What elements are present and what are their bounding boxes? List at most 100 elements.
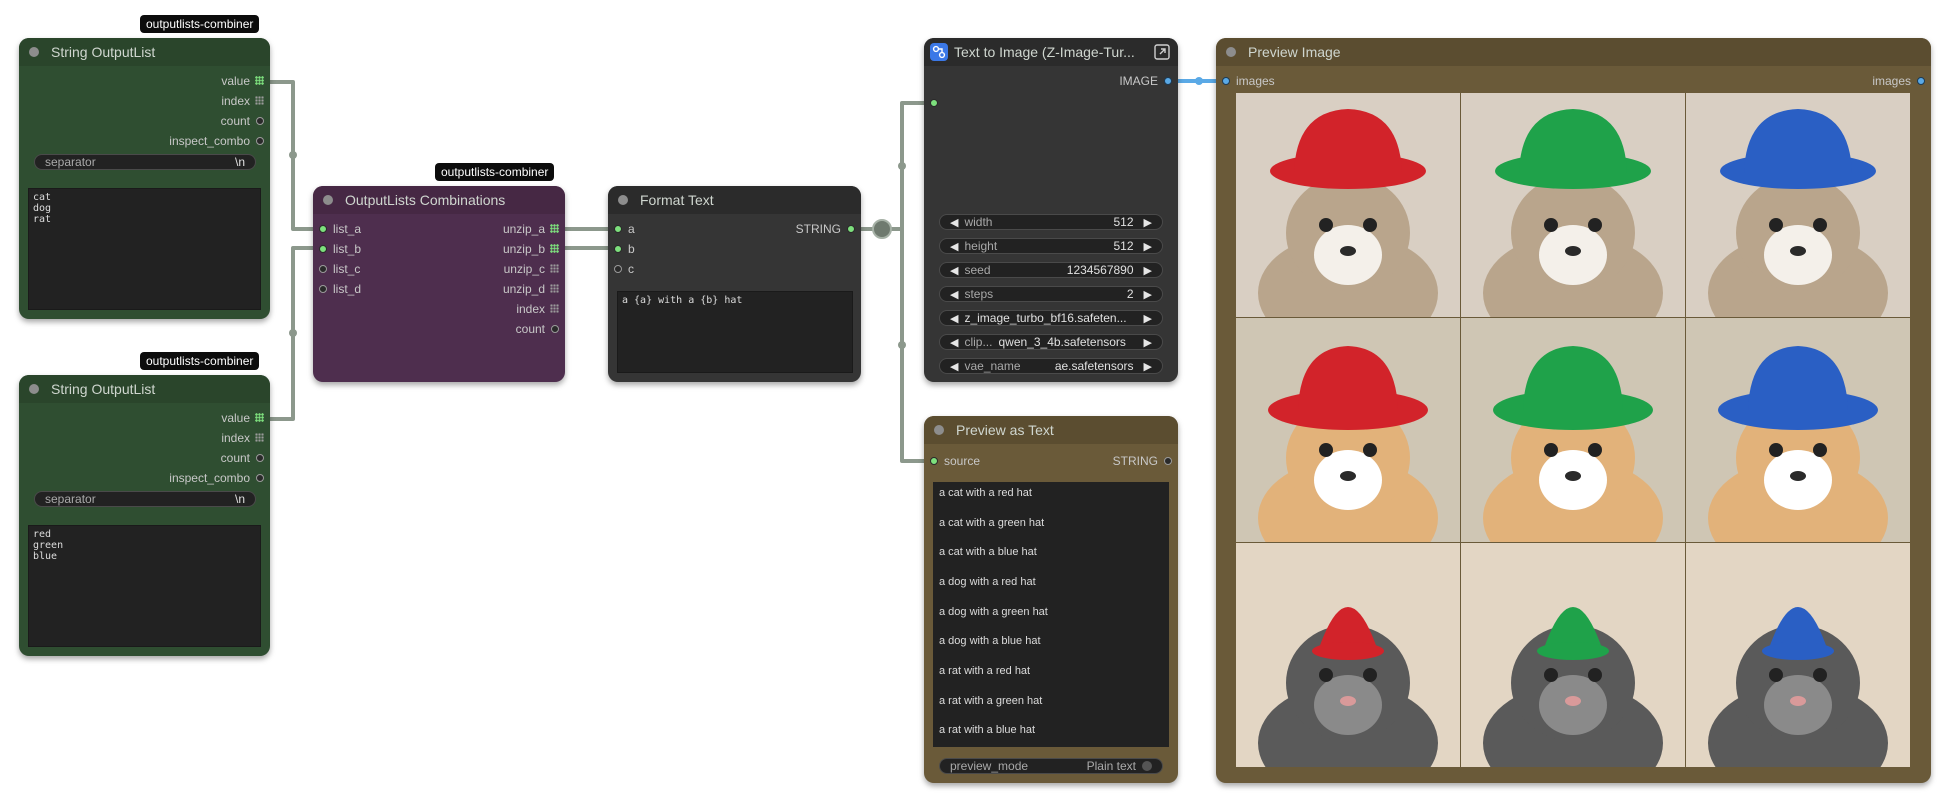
node-header[interactable]: OutputLists Combinations	[313, 186, 565, 214]
open-subgraph-icon[interactable]	[1154, 44, 1170, 60]
decrement-icon[interactable]: ◀	[950, 288, 958, 301]
list-item: a dog with a green hat	[939, 606, 1048, 618]
input-list-c-socket[interactable]	[319, 265, 327, 273]
cat-blue-hat-image[interactable]	[1686, 93, 1910, 317]
output-count-socket[interactable]	[551, 325, 559, 333]
preview-image-node[interactable]: Preview Image images images	[1216, 38, 1931, 783]
clip-name-widget[interactable]: ◀ clip... qwen_3_4b.safetensors ▶	[939, 334, 1163, 350]
format-text-node[interactable]: Format Text a b c STRING a {a} with a {b…	[608, 186, 861, 382]
dog-red-hat-image[interactable]	[1236, 318, 1460, 542]
seed-widget[interactable]: ◀ seed 1234567890 ▶	[939, 262, 1163, 278]
collapse-dot-icon[interactable]	[323, 195, 333, 205]
output-count-label: count	[220, 114, 250, 128]
decrement-icon[interactable]: ◀	[950, 336, 958, 349]
output-string-socket[interactable]	[847, 225, 855, 233]
input-images-socket[interactable]	[1222, 77, 1230, 85]
output-value-socket[interactable]	[255, 413, 264, 422]
input-c-socket[interactable]	[614, 265, 622, 273]
template-textarea[interactable]: a {a} with a {b} hat	[617, 291, 853, 373]
text-to-image-node[interactable]: Text to Image (Z-Image-Tur... IMAGE ◀ wid…	[924, 38, 1178, 382]
decrement-icon[interactable]: ◀	[950, 264, 958, 277]
vae-name-widget[interactable]: ◀ vae_name ae.safetensors ▶	[939, 358, 1163, 374]
input-list-a-socket[interactable]	[319, 225, 327, 233]
preview-mode-widget[interactable]: preview_mode Plain text	[939, 758, 1163, 774]
steps-widget[interactable]: ◀ steps 2 ▶	[939, 286, 1163, 302]
increment-icon[interactable]: ▶	[1144, 312, 1152, 325]
output-count-socket[interactable]	[256, 117, 264, 125]
unet-name-widget[interactable]: ◀ z_image_turbo_bf16.safeten... ▶	[939, 310, 1163, 326]
string-outputlist-node-2[interactable]: String OutputList value index count insp…	[19, 375, 270, 656]
separator-widget[interactable]: separator \n	[34, 491, 256, 507]
separator-widget[interactable]: separator \n	[34, 154, 256, 170]
decrement-icon[interactable]: ◀	[950, 312, 958, 325]
decrement-icon[interactable]: ◀	[950, 240, 958, 253]
height-widget[interactable]: ◀ height 512 ▶	[939, 238, 1163, 254]
string-textarea[interactable]: cat dog rat	[28, 188, 261, 310]
collapse-dot-icon[interactable]	[934, 425, 944, 435]
input-list-d-socket[interactable]	[319, 285, 327, 293]
node-header[interactable]: Format Text	[608, 186, 861, 214]
output-inspect-socket[interactable]	[256, 474, 264, 482]
input-text-socket[interactable]	[930, 99, 938, 107]
output-unzip-a-socket[interactable]	[550, 224, 559, 233]
node-header[interactable]: String OutputList	[19, 375, 270, 403]
increment-icon[interactable]: ▶	[1144, 216, 1152, 229]
increment-icon[interactable]: ▶	[1144, 360, 1152, 373]
output-inspect-label: inspect_combo	[169, 134, 250, 148]
collapse-dot-icon[interactable]	[1226, 47, 1236, 57]
separator-value: \n	[234, 492, 245, 506]
widget-value: 1234567890	[1066, 263, 1134, 277]
preview-text-output: a cat with a red hat a cat with a green …	[933, 482, 1169, 747]
output-unzip-b-socket[interactable]	[550, 244, 559, 253]
output-count-socket[interactable]	[256, 454, 264, 462]
output-inspect-socket[interactable]	[256, 137, 264, 145]
widget-value: 512	[1113, 239, 1134, 253]
increment-icon[interactable]: ▶	[1144, 240, 1152, 253]
increment-icon[interactable]: ▶	[1144, 336, 1152, 349]
node-title: Preview Image	[1248, 44, 1341, 60]
dog-green-hat-image[interactable]	[1461, 318, 1685, 542]
output-images-socket[interactable]	[1917, 77, 1925, 85]
cat-red-hat-image[interactable]	[1236, 93, 1460, 317]
input-a-socket[interactable]	[614, 225, 622, 233]
output-index-label: index	[221, 94, 250, 108]
rat-blue-hat-image[interactable]	[1686, 543, 1910, 767]
decrement-icon[interactable]: ◀	[950, 216, 958, 229]
output-unzip-d-socket[interactable]	[550, 284, 559, 293]
input-b-socket[interactable]	[614, 245, 622, 253]
increment-icon[interactable]: ▶	[1144, 288, 1152, 301]
output-unzip-c-socket[interactable]	[550, 264, 559, 273]
output-image-socket[interactable]	[1164, 77, 1172, 85]
output-index-socket[interactable]	[255, 433, 264, 442]
node-header[interactable]: String OutputList	[19, 38, 270, 66]
output-string-socket[interactable]	[1164, 457, 1172, 465]
rat-green-hat-image[interactable]	[1461, 543, 1685, 767]
toggle-icon[interactable]	[1142, 761, 1152, 771]
node-header[interactable]: Text to Image (Z-Image-Tur...	[924, 38, 1178, 66]
node-header[interactable]: Preview as Text	[924, 416, 1178, 444]
list-item: a cat with a red hat	[939, 487, 1032, 499]
output-index-socket[interactable]	[550, 304, 559, 313]
input-list-b-socket[interactable]	[319, 245, 327, 253]
decrement-icon[interactable]: ◀	[950, 360, 958, 373]
rat-red-hat-image[interactable]	[1236, 543, 1460, 767]
string-outputlist-node-1[interactable]: String OutputList value index count insp…	[19, 38, 270, 319]
outputlists-combinations-node[interactable]: OutputLists Combinations list_a list_b l…	[313, 186, 565, 382]
input-source-socket[interactable]	[930, 457, 938, 465]
preview-as-text-node[interactable]: Preview as Text source STRING a cat with…	[924, 416, 1178, 783]
width-widget[interactable]: ◀ width 512 ▶	[939, 214, 1163, 230]
list-item: a rat with a red hat	[939, 665, 1031, 677]
node-title: OutputLists Combinations	[345, 192, 506, 208]
node-header[interactable]: Preview Image	[1216, 38, 1931, 66]
collapse-dot-icon[interactable]	[29, 384, 39, 394]
collapse-dot-icon[interactable]	[29, 47, 39, 57]
dog-blue-hat-image[interactable]	[1686, 318, 1910, 542]
reroute-dot	[872, 219, 892, 239]
string-textarea[interactable]: red green blue	[28, 525, 261, 647]
output-value-socket[interactable]	[255, 76, 264, 85]
collapse-dot-icon[interactable]	[618, 195, 628, 205]
cat-green-hat-image[interactable]	[1461, 93, 1685, 317]
widget-label: seed	[964, 263, 991, 277]
increment-icon[interactable]: ▶	[1144, 264, 1152, 277]
output-index-socket[interactable]	[255, 96, 264, 105]
